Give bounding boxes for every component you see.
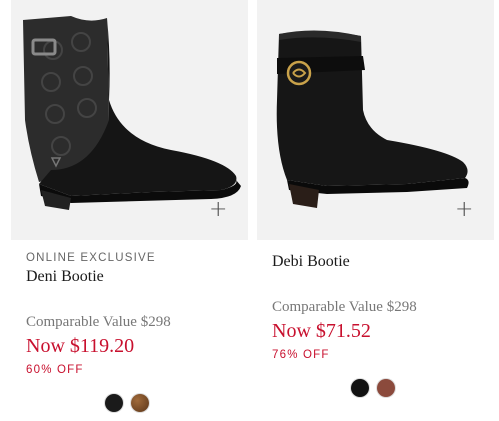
color-swatches: [351, 379, 395, 397]
product-image[interactable]: +: [11, 0, 248, 240]
product-card-debi-bootie[interactable]: + Debi Bootie Comparable Value $298 Now …: [257, 0, 494, 397]
product-card-deni-bootie[interactable]: + ONLINE EXCLUSIVE Deni Bootie Comparabl…: [11, 0, 248, 412]
sale-price: Now $119.20: [26, 335, 135, 357]
comparable-value: Comparable Value $298: [26, 314, 171, 330]
swatch-brown[interactable]: [131, 394, 149, 412]
product-image[interactable]: +: [257, 0, 494, 240]
color-swatches: [105, 394, 149, 412]
quick-view-plus-icon[interactable]: +: [209, 199, 227, 221]
online-exclusive-label: ONLINE EXCLUSIVE: [26, 252, 156, 264]
discount-label: 76% OFF: [272, 349, 330, 361]
comparable-value: Comparable Value $298: [272, 299, 417, 315]
swatch-black[interactable]: [105, 394, 123, 412]
swatch-saddle[interactable]: [377, 379, 395, 397]
quick-view-plus-icon[interactable]: +: [455, 199, 473, 221]
discount-label: 60% OFF: [26, 364, 84, 376]
swatch-black[interactable]: [351, 379, 369, 397]
product-name[interactable]: Deni Bootie: [26, 268, 104, 286]
sale-price: Now $71.52: [272, 320, 371, 342]
product-name[interactable]: Debi Bootie: [272, 253, 350, 271]
